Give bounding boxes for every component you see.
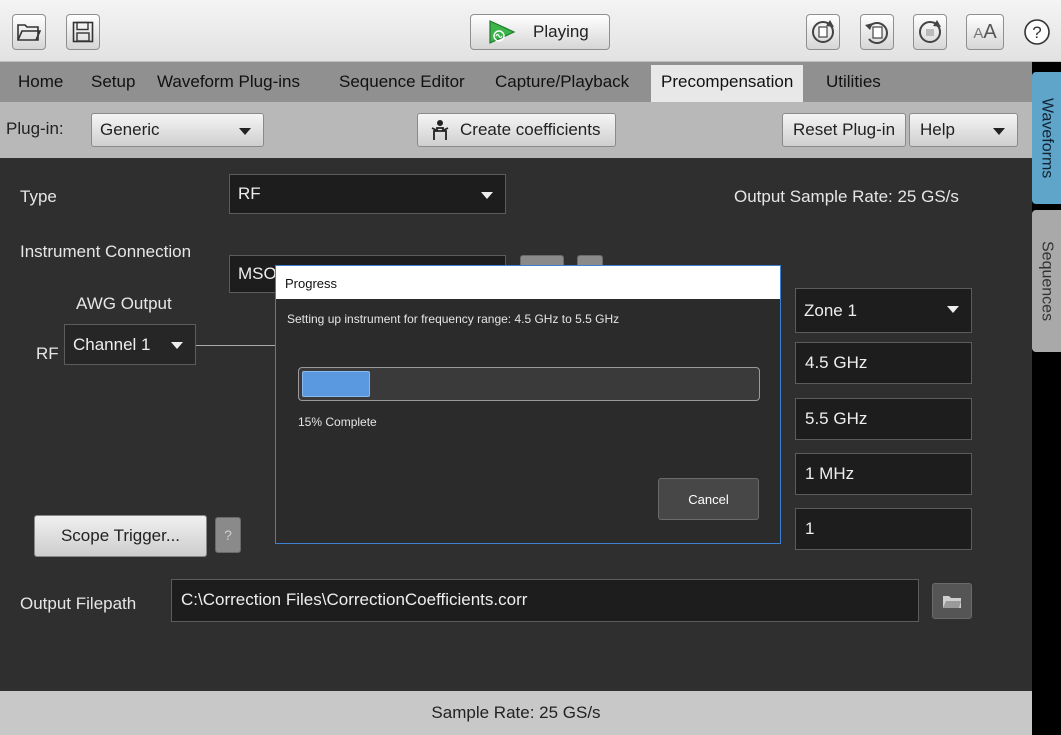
chevron-down-icon [239,128,251,135]
play-label: Playing [533,22,589,41]
plugin-value: Generic [100,120,160,139]
type-label: Type [20,187,57,206]
open-button[interactable] [12,14,46,50]
create-coefficients-button[interactable]: Create coefficients [417,113,616,147]
reset-instrument-button[interactable] [860,14,894,50]
tab-waveform-plug-ins[interactable]: Waveform Plug-ins [157,72,300,92]
reset-plugin-button[interactable]: Reset Plug-in [782,113,906,147]
browse-folder-button[interactable] [932,583,972,619]
folder-icon [943,596,961,608]
output-sample-rate: Output Sample Rate: 25 GS/s [734,187,959,206]
help-select-value: Help [920,120,955,139]
font-size-button[interactable]: AA [966,14,1004,50]
type-value: RF [238,184,261,203]
undo-document-icon [865,22,888,44]
progress-bar-fill [302,371,371,397]
chevron-down-icon [481,192,493,199]
step-frequency-field[interactable]: 1 MHz [795,453,972,495]
svg-text:?: ? [1032,23,1041,42]
zone-value: Zone 1 [804,300,857,320]
play-icon [489,20,516,44]
question-mark-icon: ? [224,527,232,543]
side-tab-sequences-label: Sequences [1038,240,1056,322]
cancel-label: Cancel [688,491,729,507]
help-select[interactable]: Help [909,113,1018,147]
tab-sequence-editor[interactable]: Sequence Editor [339,72,465,92]
reset-plugin-label: Reset Plug-in [792,120,896,139]
help-button[interactable]: ? [1018,14,1056,50]
connector-line [196,345,278,346]
save-button[interactable] [66,14,100,50]
create-coefficients-label: Create coefficients [460,120,601,139]
progress-message: Setting up instrument for frequency rang… [287,312,620,326]
tab-precompensation[interactable]: Precompensation [651,65,804,102]
refresh-document-icon [812,20,834,43]
awg-channel-select[interactable]: Channel 1 [64,324,196,365]
progress-percent-text: 15% Complete [298,415,377,429]
side-tab-waveforms[interactable]: Waveforms [1032,72,1061,204]
rf-label: RF [36,344,59,363]
chevron-down-icon [171,342,183,349]
start-frequency-field[interactable]: 4.5 GHz [795,342,972,384]
tab-home[interactable]: Home [18,72,63,92]
averages-field[interactable]: 1 [795,508,972,550]
scope-trigger-label: Scope Trigger... [60,526,181,545]
plugin-label: Plug-in: [6,119,64,138]
refresh-button[interactable] [913,14,947,50]
play-button[interactable]: Playing [470,14,610,50]
scope-trigger-button[interactable]: Scope Trigger... [34,515,207,557]
refresh-icon [919,20,941,43]
zone-select[interactable]: Zone 1 [795,288,972,333]
channel-value: Channel 1 [73,334,151,354]
menu-bar: Home Setup Waveform Plug-ins Sequence Ed… [0,62,1032,102]
floppy-disk-icon [72,21,94,43]
main-panel: Home Setup Waveform Plug-ins Sequence Ed… [0,62,1032,691]
tab-capture-playback[interactable]: Capture/Playback [495,72,629,92]
font-size-icon: AA [973,20,997,43]
plugin-bar: Plug-in: Generic Create coefficients Res… [0,102,1032,158]
scope-trigger-help-button[interactable]: ? [215,517,241,553]
tab-utilities[interactable]: Utilities [826,72,881,92]
status-bar: Sample Rate: 25 GS/s [0,691,1032,735]
instrument-connection-label: Instrument Connection [20,242,192,261]
plugin-select[interactable]: Generic [91,113,264,147]
side-tab-waveforms-label: Waveforms [1038,97,1056,179]
create-coefficients-icon [431,120,449,140]
progress-bar [298,367,760,401]
folder-open-icon [17,24,41,41]
type-select[interactable]: RF [229,174,506,214]
chevron-down-icon [993,128,1005,135]
output-filepath-input[interactable]: C:\Correction Files\CorrectionCoefficien… [171,579,919,622]
instrument-value: MSO [238,264,277,283]
side-tab-sequences[interactable]: Sequences [1032,210,1061,352]
tab-setup[interactable]: Setup [91,72,135,92]
help-icon: ? [1024,19,1050,45]
reset-waveform-button[interactable] [806,14,840,50]
dialog-title: Progress [276,266,780,299]
chevron-down-icon [947,306,959,313]
awg-output-label: AWG Output [76,294,172,313]
output-filepath-value: C:\Correction Files\CorrectionCoefficien… [181,590,528,609]
top-toolbar: Playing AA ? [0,0,1061,62]
stop-frequency-field[interactable]: 5.5 GHz [795,398,972,440]
output-filepath-label: Output Filepath [20,594,137,613]
progress-dialog: Progress Setting up instrument for frequ… [275,265,781,544]
side-tab-strip: Waveforms Sequences [1032,62,1061,735]
cancel-button[interactable]: Cancel [658,478,759,520]
status-sample-rate: Sample Rate: 25 GS/s [431,703,601,722]
